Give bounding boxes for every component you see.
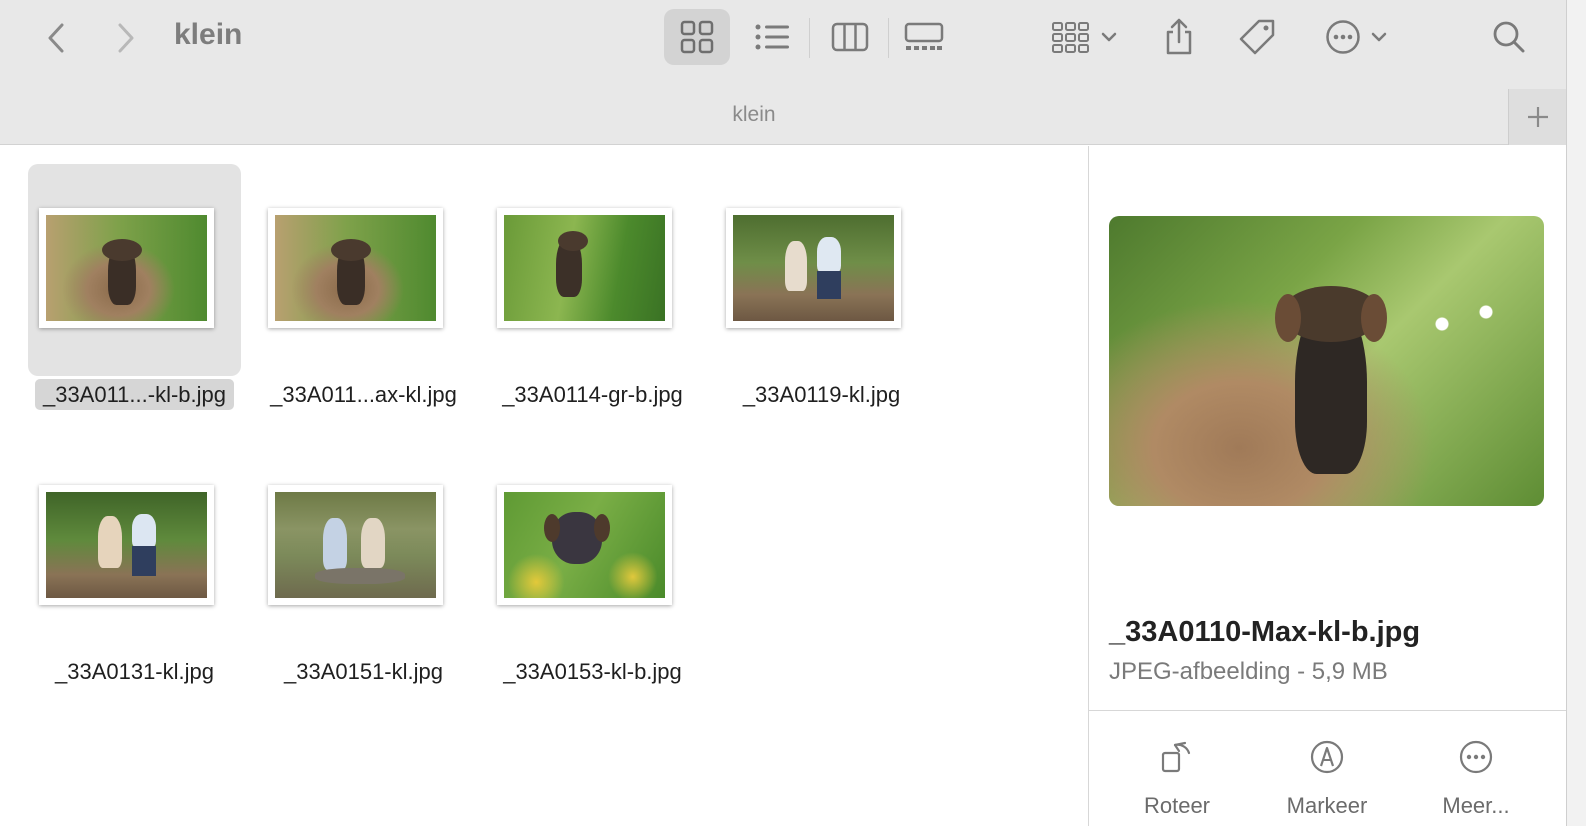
tab-bar: klein xyxy=(0,76,1566,145)
forward-button[interactable] xyxy=(106,20,146,56)
file-item[interactable]: _33A0153-kl-b.jpg xyxy=(478,441,707,701)
file-item[interactable]: _33A0151-kl.jpg xyxy=(249,441,478,701)
tag-button[interactable] xyxy=(1232,9,1282,65)
preview-image xyxy=(1109,216,1544,506)
toolbar-separator xyxy=(888,18,889,58)
thumbnail-image-dog xyxy=(504,492,665,598)
back-button[interactable] xyxy=(36,20,76,56)
thumbnail-image-dog xyxy=(275,215,436,321)
file-thumbnail[interactable] xyxy=(497,485,672,605)
chevron-right-icon xyxy=(118,23,134,53)
file-item[interactable]: _33A0131-kl.jpg xyxy=(20,441,249,701)
rotate-button[interactable]: Roteer xyxy=(1102,711,1252,826)
file-name: _33A011...ax-kl.jpg xyxy=(270,382,457,407)
column-view-button[interactable] xyxy=(822,9,878,65)
more-button[interactable]: Meer... xyxy=(1401,711,1551,826)
file-item[interactable]: _33A0114-gr-b.jpg xyxy=(478,164,707,424)
file-thumbnail[interactable] xyxy=(39,208,214,328)
file-thumbnail[interactable] xyxy=(39,485,214,605)
ellipsis-circle-icon xyxy=(1326,20,1360,54)
plus-icon xyxy=(1527,107,1548,127)
file-thumbnail[interactable] xyxy=(268,485,443,605)
markup-label: Markeer xyxy=(1286,793,1368,818)
file-thumbnail[interactable] xyxy=(268,208,443,328)
thumbnail-image-couple xyxy=(46,492,207,598)
quick-actions: Roteer Markeer Meer... xyxy=(1089,711,1566,826)
file-name: _33A0151-kl.jpg xyxy=(283,659,443,684)
window-edge xyxy=(1566,0,1586,826)
column-view-icon xyxy=(831,22,869,52)
thumbnail-image-couple xyxy=(275,492,436,598)
thumbnail-image-dog xyxy=(46,215,207,321)
preview-file-meta: JPEG-afbeelding - 5,9 MB xyxy=(1109,658,1388,685)
ellipsis-circle-icon xyxy=(1459,740,1493,774)
add-tab-button[interactable] xyxy=(1508,89,1566,145)
thumbnail-image-couple xyxy=(733,215,894,321)
share-icon xyxy=(1166,18,1192,55)
chevron-down-icon xyxy=(1371,32,1387,42)
markup-icon xyxy=(1310,740,1344,774)
group-button[interactable] xyxy=(1044,9,1124,65)
gallery-view-icon xyxy=(904,22,944,50)
finder-window: klein klein _33A011...-kl-b.jpg _33A011.… xyxy=(0,0,1586,826)
list-view-icon xyxy=(755,24,789,50)
tag-icon xyxy=(1239,19,1275,55)
group-icon xyxy=(1052,22,1089,53)
file-name: _33A0119-kl.jpg xyxy=(742,382,901,407)
tab-klein[interactable]: klein xyxy=(0,103,1508,127)
rotate-icon xyxy=(1161,741,1191,773)
chevron-down-icon xyxy=(1101,32,1117,42)
file-item[interactable]: _33A011...-kl-b.jpg xyxy=(20,164,249,424)
window-title: klein xyxy=(174,18,243,51)
search-button[interactable] xyxy=(1484,14,1534,60)
rotate-label: Roteer xyxy=(1143,793,1211,818)
file-thumbnail[interactable] xyxy=(726,208,901,328)
file-grid: _33A011...-kl-b.jpg _33A011...ax-kl.jpg … xyxy=(0,146,1088,826)
more-label: Meer... xyxy=(1442,793,1510,818)
file-name: _33A0131-kl.jpg xyxy=(54,659,214,684)
preview-panel: _33A0110-Max-kl-b.jpg JPEG-afbeelding - … xyxy=(1089,146,1566,826)
chevron-left-icon xyxy=(48,23,64,53)
more-actions-button[interactable] xyxy=(1316,9,1396,65)
search-icon xyxy=(1493,21,1525,53)
share-button[interactable] xyxy=(1154,9,1204,65)
file-item[interactable]: _33A011...ax-kl.jpg xyxy=(249,164,478,424)
thumbnail-image-dog xyxy=(504,215,665,321)
grid-view-button[interactable] xyxy=(664,9,730,65)
preview-file-name: _33A0110-Max-kl-b.jpg xyxy=(1109,616,1421,648)
grid-view-icon xyxy=(680,20,714,54)
markup-button[interactable]: Markeer xyxy=(1252,711,1402,826)
file-name: _33A0153-kl-b.jpg xyxy=(503,659,682,684)
file-item[interactable]: _33A0119-kl.jpg xyxy=(707,164,936,424)
toolbar: klein xyxy=(0,0,1566,76)
file-name: _33A011...-kl-b.jpg xyxy=(20,379,249,410)
list-view-button[interactable] xyxy=(744,9,800,65)
toolbar-separator xyxy=(809,18,810,58)
gallery-view-button[interactable] xyxy=(896,9,952,65)
file-thumbnail[interactable] xyxy=(497,208,672,328)
file-name: _33A0114-gr-b.jpg xyxy=(502,382,683,407)
